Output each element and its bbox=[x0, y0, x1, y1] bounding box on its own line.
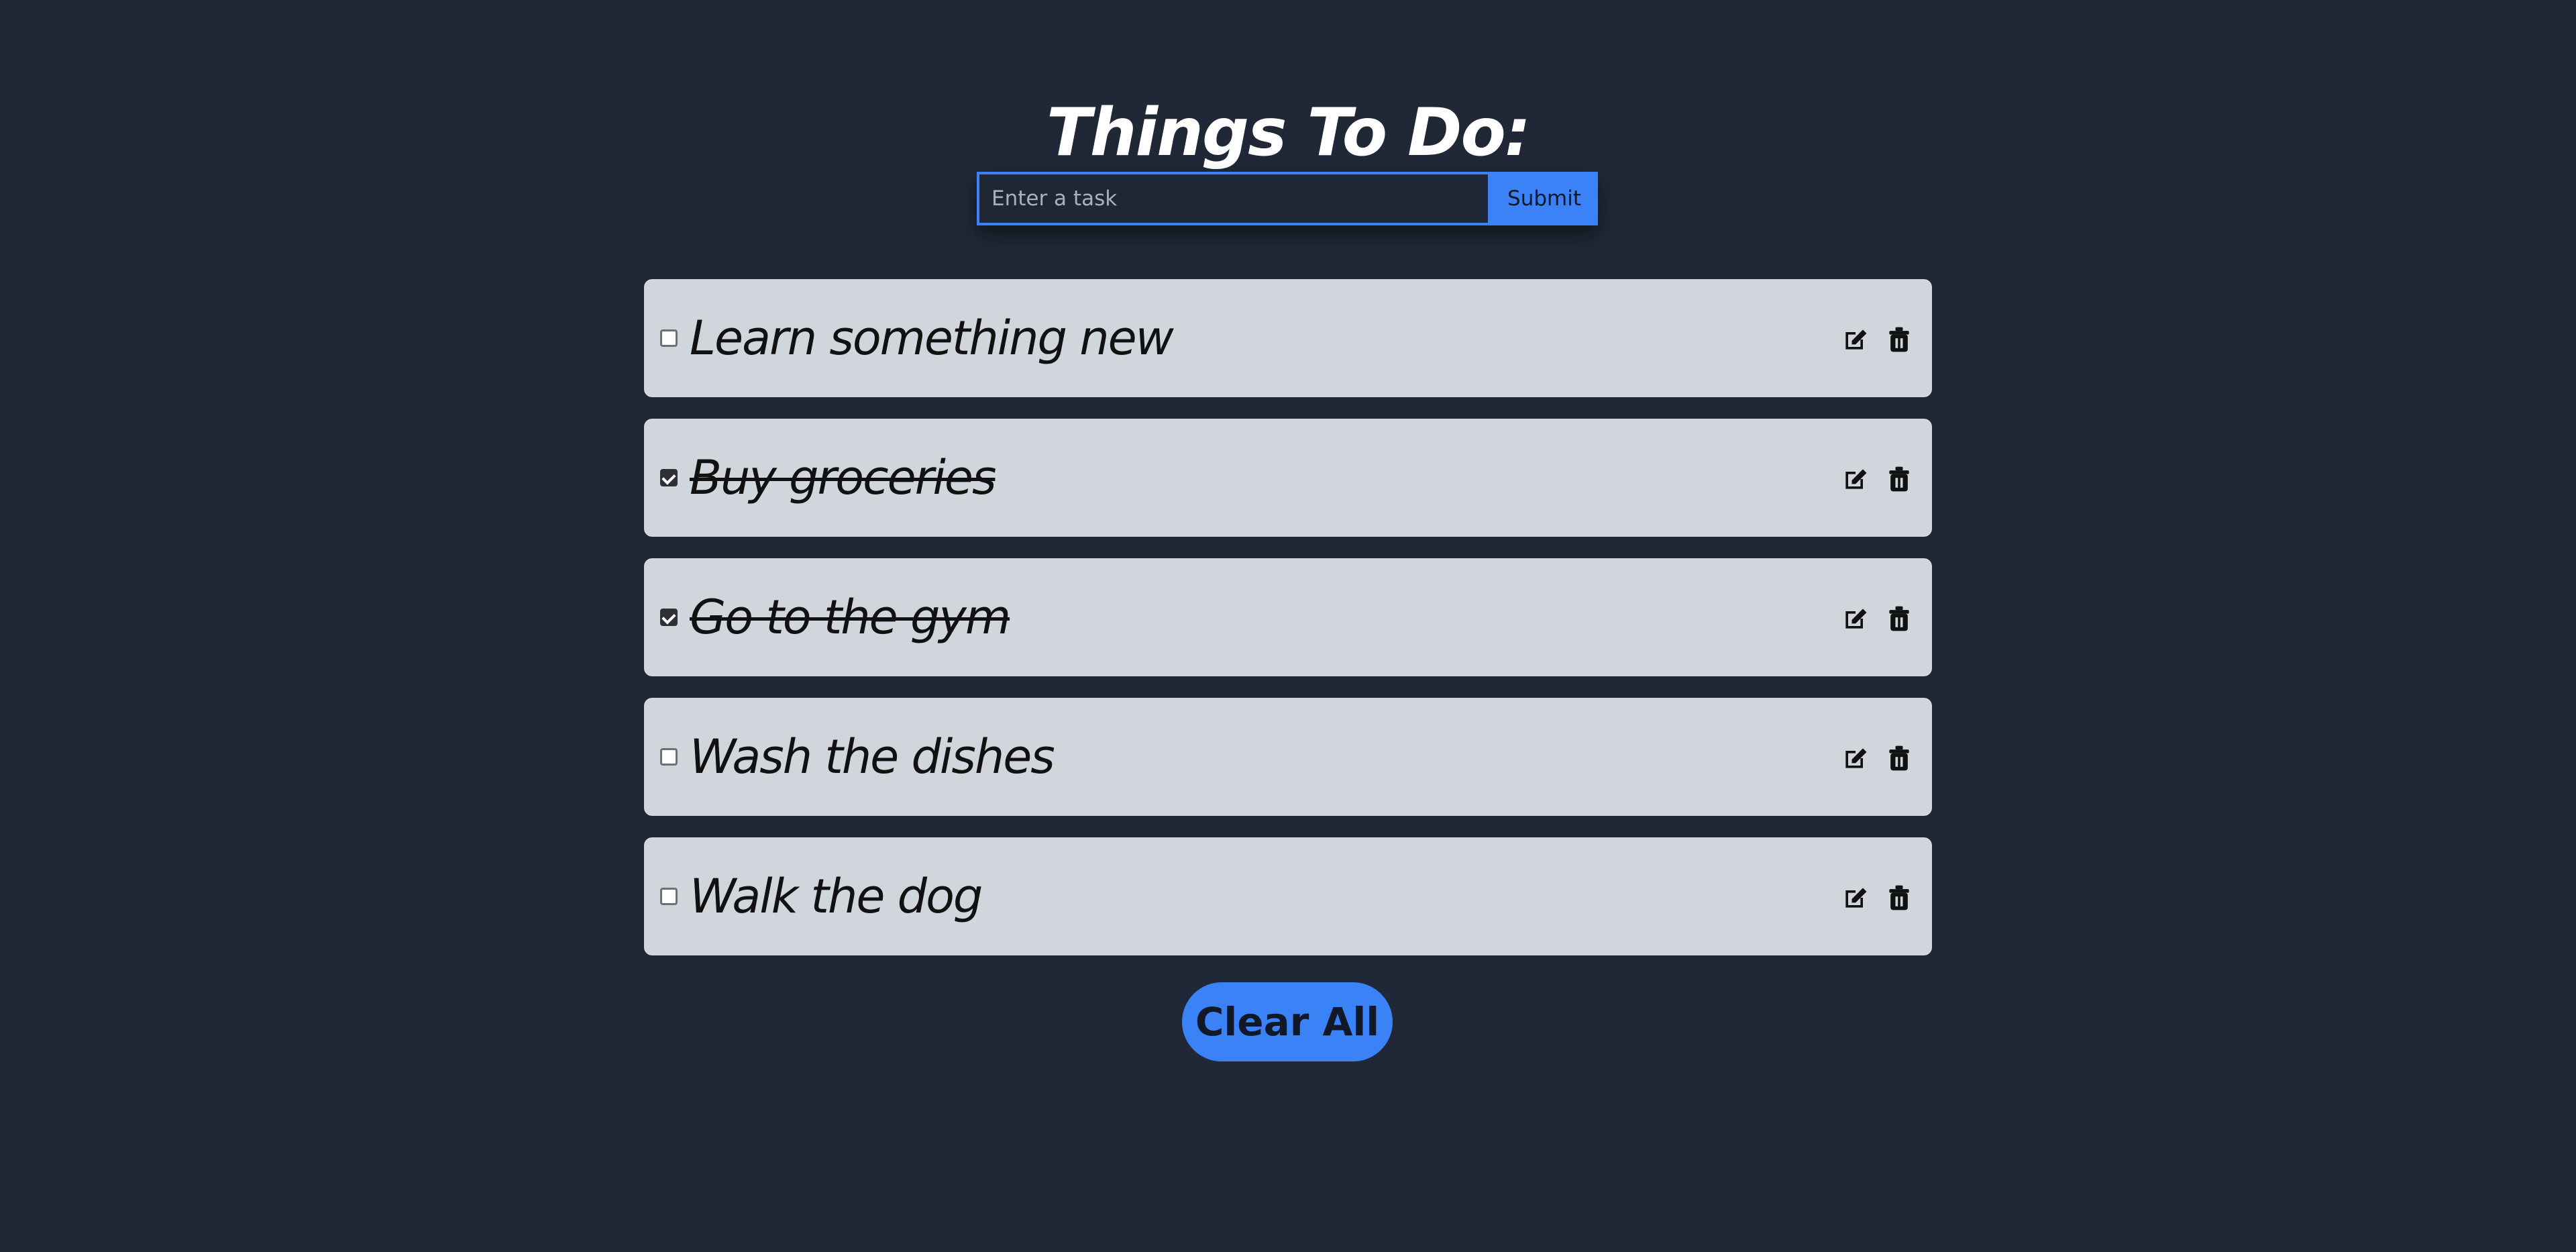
edit-button[interactable] bbox=[1841, 883, 1870, 912]
edit-icon bbox=[1845, 609, 1867, 629]
task-item: Learn something new bbox=[644, 279, 1932, 397]
trash-icon bbox=[1889, 885, 1909, 910]
clear-all-button[interactable]: Clear All bbox=[1182, 982, 1393, 1061]
task-text: Learn something new bbox=[690, 311, 1174, 366]
task-checkbox[interactable] bbox=[660, 888, 678, 905]
task-item: Walk the dog bbox=[644, 837, 1932, 955]
trash-icon bbox=[1889, 327, 1909, 352]
task-item: Go to the gym bbox=[644, 558, 1932, 676]
page-title: Things To Do: bbox=[1046, 94, 1531, 171]
check-mark-icon bbox=[661, 610, 676, 625]
task-item: Buy groceries bbox=[644, 419, 1932, 537]
submit-button[interactable]: Submit bbox=[1491, 172, 1598, 225]
todo-app: Things To Do: Submit Learn something new bbox=[0, 0, 2576, 1252]
task-text: Walk the dog bbox=[690, 869, 983, 924]
trash-icon bbox=[1889, 606, 1909, 631]
task-text: Wash the dishes bbox=[690, 729, 1055, 784]
task-list: Learn something new Buy groceries Go to … bbox=[644, 279, 1932, 977]
task-checkbox[interactable] bbox=[660, 609, 678, 626]
edit-icon bbox=[1845, 469, 1867, 489]
edit-button[interactable] bbox=[1841, 604, 1870, 633]
task-checkbox[interactable] bbox=[660, 748, 678, 766]
task-checkbox[interactable] bbox=[660, 329, 678, 347]
trash-icon bbox=[1889, 745, 1909, 771]
edit-icon bbox=[1845, 329, 1867, 350]
delete-button[interactable] bbox=[1884, 604, 1914, 633]
check-mark-icon bbox=[661, 470, 676, 485]
task-input[interactable] bbox=[977, 172, 1491, 225]
delete-button[interactable] bbox=[1884, 464, 1914, 494]
add-task-form: Submit bbox=[977, 172, 1598, 225]
task-checkbox[interactable] bbox=[660, 469, 678, 486]
edit-button[interactable] bbox=[1841, 325, 1870, 354]
edit-icon bbox=[1845, 748, 1867, 768]
edit-button[interactable] bbox=[1841, 464, 1870, 494]
trash-icon bbox=[1889, 466, 1909, 492]
delete-button[interactable] bbox=[1884, 325, 1914, 354]
task-item: Wash the dishes bbox=[644, 698, 1932, 816]
delete-button[interactable] bbox=[1884, 743, 1914, 773]
task-text: Go to the gym bbox=[690, 590, 1011, 645]
delete-button[interactable] bbox=[1884, 883, 1914, 912]
edit-icon bbox=[1845, 888, 1867, 908]
edit-button[interactable] bbox=[1841, 743, 1870, 773]
task-text: Buy groceries bbox=[690, 450, 996, 505]
